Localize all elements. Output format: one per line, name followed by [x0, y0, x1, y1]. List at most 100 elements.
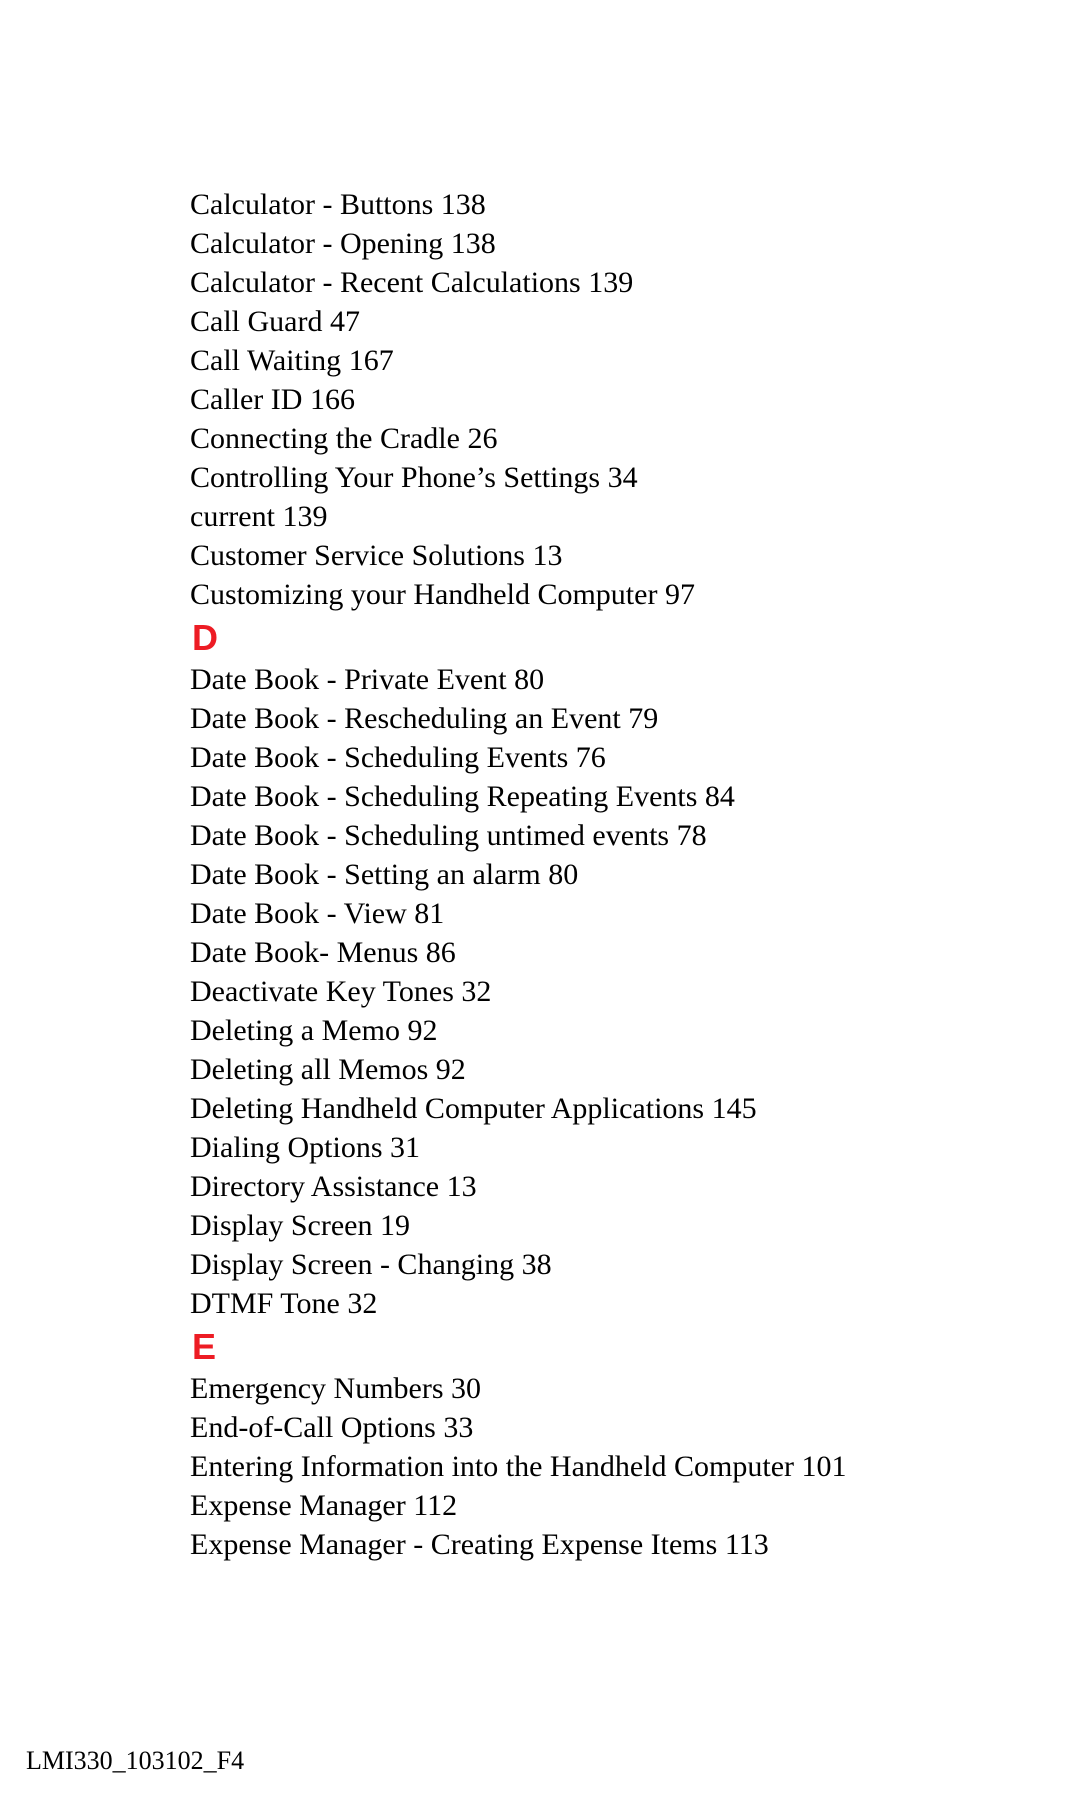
index-entry-text: current — [190, 500, 275, 533]
index-entry-text: Display Screen - Changing — [190, 1248, 514, 1281]
index-entry-page: 32 — [347, 1287, 377, 1320]
index-entry-text: Call Waiting — [190, 344, 341, 377]
index-entry-text: Deleting a Memo — [190, 1014, 400, 1047]
index-entry-page: 167 — [349, 344, 394, 377]
index-content: Calculator - Buttons 138Calculator - Ope… — [190, 185, 980, 1564]
index-entry-text: Deleting all Memos — [190, 1053, 428, 1086]
index-entry-page: 139 — [282, 500, 327, 533]
index-entry-page: 86 — [426, 936, 456, 969]
index-entry-text: Emergency Numbers — [190, 1372, 444, 1405]
index-entry-page: 139 — [588, 266, 633, 299]
index-entry: Date Book - Rescheduling an Event 79 — [190, 699, 980, 738]
index-entry: Emergency Numbers 30 — [190, 1369, 980, 1408]
index-entry: Calculator - Recent Calculations 139 — [190, 263, 980, 302]
index-entry-text: Date Book - Setting an alarm — [190, 858, 541, 891]
index-entry-page: 80 — [548, 858, 578, 891]
index-entry-page: 92 — [407, 1014, 437, 1047]
section-header: D — [192, 616, 980, 660]
index-entry: Date Book - Scheduling Repeating Events … — [190, 777, 980, 816]
index-entry-text: Customer Service Solutions — [190, 539, 525, 572]
index-entry-page: 30 — [451, 1372, 481, 1405]
index-entry-text: Deleting Handheld Computer Applications — [190, 1092, 704, 1125]
index-entry: Call Waiting 167 — [190, 341, 980, 380]
index-entry-text: Calculator - Recent Calculations — [190, 266, 581, 299]
index-entry-text: Date Book - Scheduling Events — [190, 741, 568, 774]
index-entry: Display Screen 19 — [190, 1206, 980, 1245]
index-entry-page: 76 — [576, 741, 606, 774]
index-entry-text: Date Book - View — [190, 897, 407, 930]
index-entry-text: Date Book - Rescheduling an Event — [190, 702, 621, 735]
index-entry-page: 80 — [514, 663, 544, 696]
index-entry: Deactivate Key Tones 32 — [190, 972, 980, 1011]
index-entry-page: 145 — [712, 1092, 757, 1125]
index-entry: Deleting all Memos 92 — [190, 1050, 980, 1089]
index-entry-page: 38 — [522, 1248, 552, 1281]
index-entry: Calculator - Opening 138 — [190, 224, 980, 263]
index-entry-text: Date Book - Private Event — [190, 663, 507, 696]
index-entry-page: 101 — [802, 1450, 847, 1483]
index-entry: Customizing your Handheld Computer 97 — [190, 575, 980, 614]
index-entry: Expense Manager 112 — [190, 1486, 980, 1525]
index-page: Calculator - Buttons 138Calculator - Ope… — [0, 0, 1080, 1800]
index-entry: Controlling Your Phone’s Settings 34 — [190, 458, 980, 497]
index-entry-text: Entering Information into the Handheld C… — [190, 1450, 794, 1483]
index-entry: Caller ID 166 — [190, 380, 980, 419]
index-entry-text: End-of-Call Options — [190, 1411, 436, 1444]
index-entry-page: 138 — [441, 188, 486, 221]
index-entry-text: Display Screen — [190, 1209, 372, 1242]
index-entry-text: Calculator - Buttons — [190, 188, 433, 221]
index-entry-text: Controlling Your Phone’s Settings — [190, 461, 600, 494]
index-entry-page: 19 — [380, 1209, 410, 1242]
index-entry-text: Date Book - Scheduling Repeating Events — [190, 780, 697, 813]
index-entry: Date Book - Setting an alarm 80 — [190, 855, 980, 894]
footer-text: LMI330_103102_F4 — [26, 1746, 244, 1776]
index-entry: Date Book- Menus 86 — [190, 933, 980, 972]
index-entry: Deleting a Memo 92 — [190, 1011, 980, 1050]
index-entry-text: Date Book - Scheduling untimed events — [190, 819, 669, 852]
index-entry: Call Guard 47 — [190, 302, 980, 341]
index-entry-text: DTMF Tone — [190, 1287, 340, 1320]
index-entry-page: 78 — [677, 819, 707, 852]
index-entry: Calculator - Buttons 138 — [190, 185, 980, 224]
index-entry: Date Book - Private Event 80 — [190, 660, 980, 699]
index-entry-page: 92 — [436, 1053, 466, 1086]
index-entry-text: Calculator - Opening — [190, 227, 443, 260]
index-entry: End-of-Call Options 33 — [190, 1408, 980, 1447]
index-entry: Entering Information into the Handheld C… — [190, 1447, 980, 1486]
index-entry-page: 112 — [413, 1489, 457, 1522]
index-entry: Display Screen - Changing 38 — [190, 1245, 980, 1284]
index-entry: current 139 — [190, 497, 980, 536]
index-entry: DTMF Tone 32 — [190, 1284, 980, 1323]
index-entry: Customer Service Solutions 13 — [190, 536, 980, 575]
index-entry-page: 13 — [532, 539, 562, 572]
section-header: E — [192, 1325, 980, 1369]
index-entry: Date Book - Scheduling Events 76 — [190, 738, 980, 777]
index-entry-text: Caller ID — [190, 383, 302, 416]
index-entry-page: 32 — [461, 975, 491, 1008]
index-entry: Connecting the Cradle 26 — [190, 419, 980, 458]
index-entry-text: Deactivate Key Tones — [190, 975, 454, 1008]
index-entry-page: 81 — [414, 897, 444, 930]
index-entry-text: Customizing your Handheld Computer — [190, 578, 657, 611]
index-entry-page: 79 — [628, 702, 658, 735]
index-entry: Expense Manager - Creating Expense Items… — [190, 1525, 980, 1564]
index-entry-text: Dialing Options — [190, 1131, 383, 1164]
index-entry: Date Book - Scheduling untimed events 78 — [190, 816, 980, 855]
index-entry: Deleting Handheld Computer Applications … — [190, 1089, 980, 1128]
index-entry-page: 97 — [665, 578, 695, 611]
index-entry-page: 34 — [608, 461, 638, 494]
index-entry-text: Expense Manager — [190, 1489, 406, 1522]
index-entry-page: 113 — [725, 1528, 769, 1561]
index-entry-text: Directory Assistance — [190, 1170, 439, 1203]
index-entry-text: Connecting the Cradle — [190, 422, 460, 455]
index-entry-page: 166 — [310, 383, 355, 416]
index-entry-page: 138 — [451, 227, 496, 260]
index-entry: Directory Assistance 13 — [190, 1167, 980, 1206]
index-entry: Dialing Options 31 — [190, 1128, 980, 1167]
index-entry-text: Date Book- Menus — [190, 936, 418, 969]
index-entry-page: 33 — [443, 1411, 473, 1444]
index-entry-page: 13 — [447, 1170, 477, 1203]
index-entry-text: Call Guard — [190, 305, 322, 338]
index-entry-page: 31 — [390, 1131, 420, 1164]
index-entry-page: 47 — [330, 305, 360, 338]
